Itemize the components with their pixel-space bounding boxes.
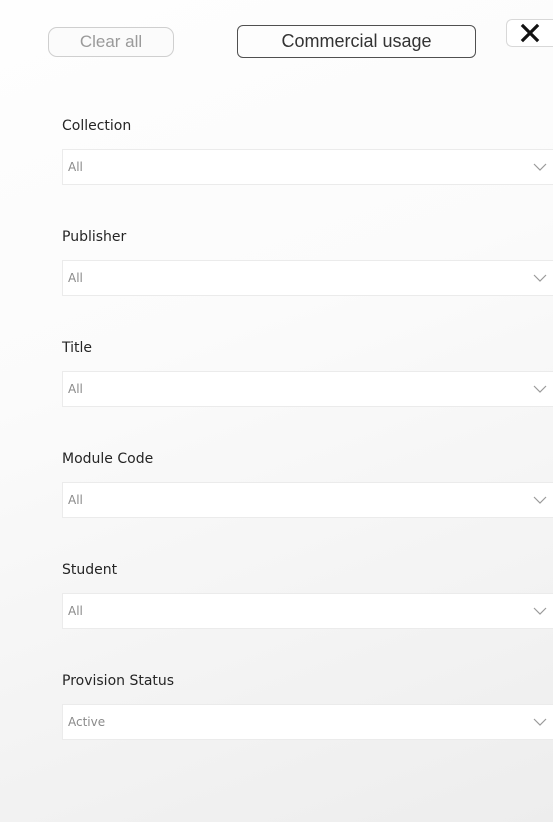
title-selected-value: All (68, 382, 83, 396)
chevron-down-icon (533, 607, 547, 616)
chevron-down-icon (533, 496, 547, 505)
provision-status-selected-value: Active (68, 715, 106, 729)
clear-all-button[interactable]: Clear all (48, 27, 174, 57)
publisher-selected-value: All (68, 271, 83, 285)
chevron-down-icon (533, 274, 547, 283)
filter-label-publisher: Publisher (62, 229, 127, 245)
module-code-selected-value: All (68, 493, 83, 507)
close-icon (520, 23, 540, 43)
filter-label-title: Title (62, 340, 93, 356)
filter-label-collection: Collection (62, 118, 132, 134)
provision-status-dropdown[interactable]: Active (62, 704, 553, 740)
chevron-down-icon (533, 718, 547, 727)
filter-label-student: Student (62, 562, 118, 578)
publisher-dropdown[interactable]: All (62, 260, 553, 296)
close-button[interactable] (506, 19, 553, 47)
chevron-down-icon (533, 385, 547, 394)
filter-label-provision-status: Provision Status (62, 673, 175, 689)
filter-toolbar: Clear all Commercial usage (0, 0, 553, 70)
commercial-usage-button[interactable]: Commercial usage (237, 25, 476, 58)
student-selected-value: All (68, 604, 83, 618)
title-dropdown[interactable]: All (62, 371, 553, 407)
module-code-dropdown[interactable]: All (62, 482, 553, 518)
collection-dropdown[interactable]: All (62, 149, 553, 185)
filter-label-module-code: Module Code (62, 451, 154, 467)
chevron-down-icon (533, 163, 547, 172)
collection-selected-value: All (68, 160, 83, 174)
student-dropdown[interactable]: All (62, 593, 553, 629)
